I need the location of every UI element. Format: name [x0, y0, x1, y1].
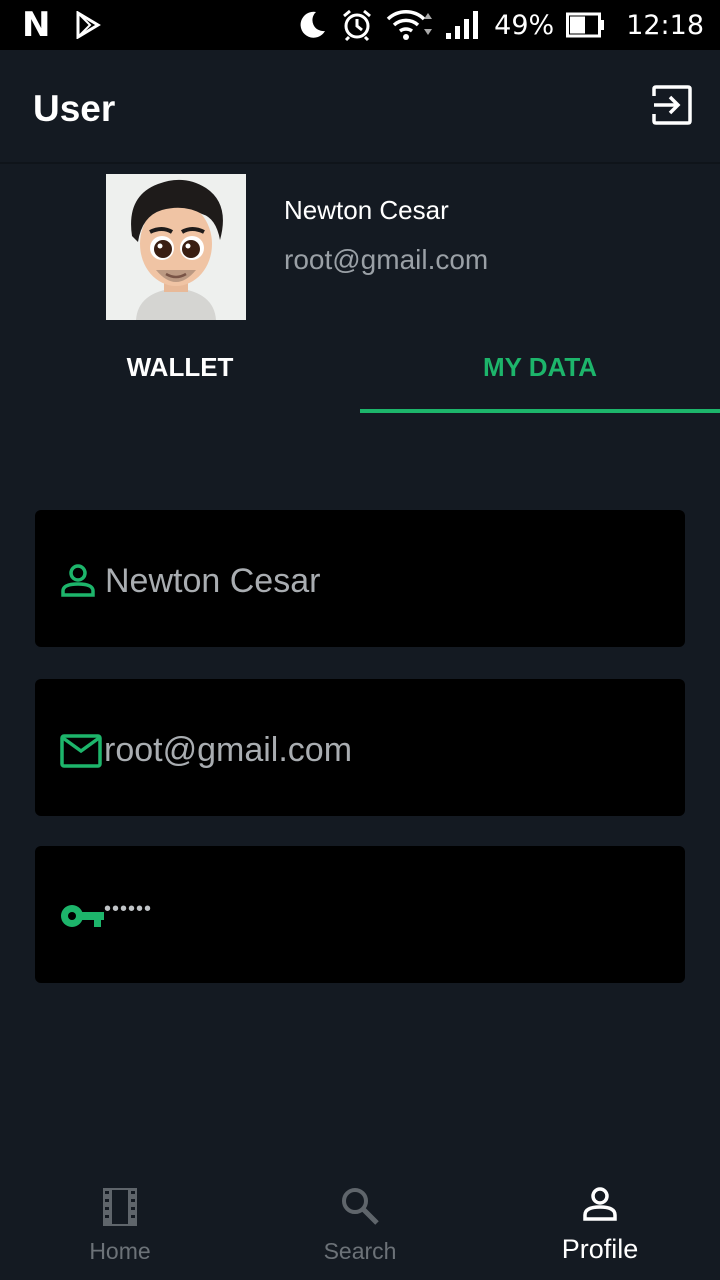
email-value: root@gmail.com	[104, 731, 353, 769]
battery-percent: 49%	[494, 9, 555, 41]
battery-icon	[566, 11, 606, 39]
nav-home-label: Home	[89, 1238, 151, 1264]
key-icon	[60, 903, 106, 933]
tab-my-data[interactable]: MY DATA	[360, 340, 720, 412]
profile-email: root@gmail.com	[284, 244, 489, 275]
person-icon	[60, 562, 96, 602]
person-icon	[582, 1186, 618, 1226]
password-field[interactable]: ••••••	[35, 846, 685, 983]
nav-profile-label: Profile	[561, 1234, 639, 1264]
nav-profile[interactable]: Profile	[480, 1166, 720, 1280]
name-value: Newton Cesar	[105, 562, 321, 600]
profile-name: Newton Cesar	[284, 195, 449, 225]
tab-indicator	[360, 409, 720, 413]
nav-search[interactable]: Search	[240, 1166, 480, 1280]
play-store-icon	[75, 11, 102, 39]
page-title: User	[33, 88, 116, 129]
search-icon	[340, 1186, 380, 1230]
moon-icon	[296, 9, 328, 41]
password-value: ••••••	[104, 898, 153, 920]
bottom-nav: Home Search Profile	[0, 1166, 720, 1280]
email-field[interactable]: root@gmail.com	[35, 679, 685, 816]
netflix-icon: N	[22, 5, 50, 45]
clock: 12:18	[626, 9, 704, 41]
wifi-icon	[386, 9, 434, 41]
mail-icon	[60, 734, 102, 772]
film-icon	[103, 1186, 137, 1232]
nav-search-label: Search	[323, 1238, 397, 1264]
app-bar: User	[0, 50, 720, 164]
logout-icon[interactable]	[650, 83, 694, 127]
signal-icon	[446, 9, 482, 41]
alarm-icon	[340, 8, 374, 42]
status-bar: N 49% 12:18	[0, 0, 720, 50]
nav-home[interactable]: Home	[0, 1166, 240, 1280]
avatar	[106, 174, 246, 320]
name-field[interactable]: Newton Cesar	[35, 510, 685, 647]
tab-wallet[interactable]: WALLET	[0, 340, 360, 412]
